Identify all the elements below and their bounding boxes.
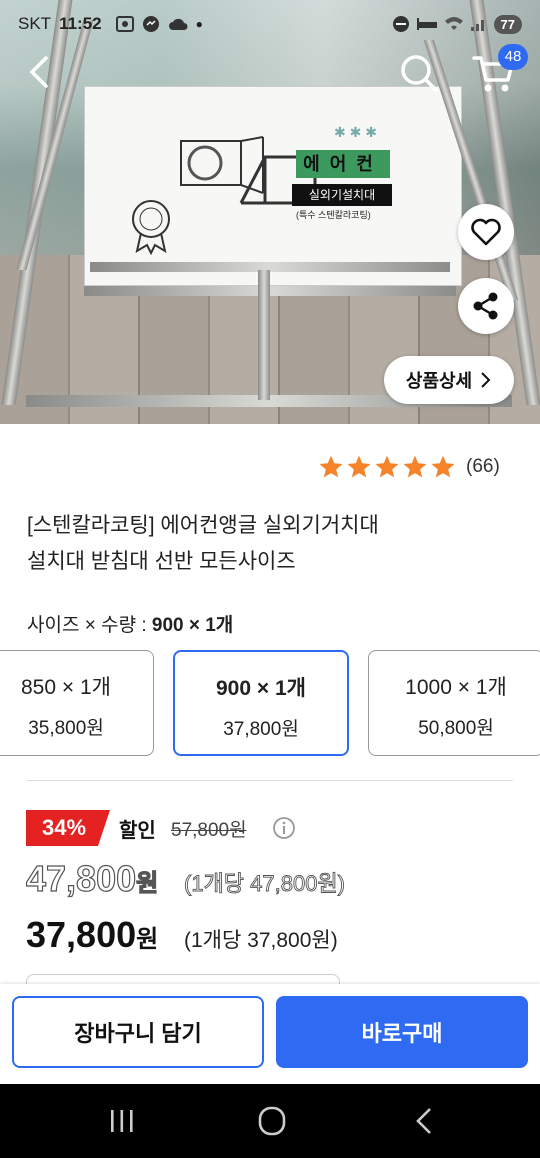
review-count: (66) bbox=[466, 456, 500, 477]
messenger-icon bbox=[142, 16, 159, 32]
cloud-icon bbox=[168, 18, 188, 30]
final-price-number: 37,800 bbox=[26, 914, 137, 955]
box-label-sub: 실외기설치대 bbox=[292, 184, 392, 206]
divider bbox=[27, 780, 513, 781]
price-info-button[interactable] bbox=[272, 816, 296, 840]
share-button[interactable] bbox=[458, 278, 514, 334]
chevron-right-icon bbox=[481, 372, 491, 388]
bottom-action-bar: 장바구니 담기 바로구매 bbox=[0, 984, 540, 1084]
option-name: 900 × 1개 bbox=[216, 677, 306, 700]
screenshot-icon bbox=[115, 16, 134, 32]
wishlist-button[interactable] bbox=[458, 204, 514, 260]
star-icon bbox=[403, 455, 427, 478]
chevron-left-icon bbox=[29, 56, 48, 88]
sale-unit-price: (1개당 47,800원) bbox=[184, 871, 346, 897]
option-price: 50,800원 bbox=[418, 718, 494, 739]
product-detail-label: 상품상세 bbox=[405, 371, 473, 391]
home-icon bbox=[258, 1106, 286, 1136]
search-button[interactable] bbox=[398, 52, 440, 94]
home-button[interactable] bbox=[252, 1104, 292, 1138]
sale-price-currency: 원 bbox=[136, 869, 159, 897]
star-icon bbox=[347, 455, 371, 478]
info-icon bbox=[273, 817, 295, 839]
recent-apps-icon bbox=[111, 1110, 133, 1132]
option-price: 35,800원 bbox=[28, 718, 104, 739]
add-to-cart-button[interactable]: 장바구니 담기 bbox=[12, 996, 264, 1068]
certification-seal-icon bbox=[132, 200, 170, 255]
product-detail-button[interactable]: 상품상세 bbox=[384, 356, 514, 404]
option-label-text: 사이즈 × 수량 : bbox=[27, 615, 152, 636]
carrier-label: SKT bbox=[18, 14, 52, 33]
box-label-main: 에어컨 bbox=[296, 150, 390, 178]
product-title-line: [스텐칼라코팅] 에어컨앵글 실외기거치대 bbox=[27, 514, 379, 537]
option-selected-value: 900 × 1개 bbox=[151, 615, 234, 636]
rating[interactable]: (66) bbox=[318, 454, 500, 480]
back-button[interactable] bbox=[20, 52, 60, 92]
discount-word: 할인 bbox=[119, 820, 156, 842]
option-label: 사이즈 × 수량 : 900 × 1개 bbox=[27, 610, 233, 637]
option-card-1000[interactable]: 1000 × 1개 50,800원 bbox=[368, 650, 540, 756]
recent-apps-button[interactable] bbox=[102, 1104, 142, 1138]
heart-icon bbox=[471, 218, 501, 246]
option-name: 850 × 1개 bbox=[21, 676, 111, 699]
sale-price: 47,800원 bbox=[25, 857, 159, 900]
frame-back-bar bbox=[90, 262, 450, 272]
final-price: 37,800원 bbox=[26, 914, 158, 956]
cart-count-badge: 48 bbox=[498, 44, 528, 70]
signal-icon bbox=[470, 20, 484, 31]
clock: 11:52 bbox=[59, 14, 102, 33]
search-icon bbox=[401, 55, 438, 92]
system-back-icon bbox=[416, 1108, 431, 1134]
frame-center-bar bbox=[258, 270, 270, 400]
system-back-button[interactable] bbox=[404, 1104, 444, 1138]
final-unit-price: (1개당 37,800원) bbox=[184, 929, 338, 952]
dot-icon: ● bbox=[195, 17, 203, 31]
option-price: 37,800원 bbox=[223, 719, 299, 740]
star-icon bbox=[375, 455, 399, 478]
wifi-icon bbox=[444, 17, 463, 30]
sleep-mode-icon bbox=[416, 18, 437, 30]
discount-badge: 34% bbox=[26, 810, 110, 846]
star-icon bbox=[319, 455, 343, 478]
share-icon bbox=[473, 292, 498, 320]
battery-indicator: 77 bbox=[493, 14, 522, 34]
frame-mid-bar bbox=[84, 286, 456, 296]
original-price: 57,800원 bbox=[171, 820, 247, 841]
buy-now-button[interactable]: 바로구매 bbox=[276, 996, 528, 1068]
final-price-currency: 원 bbox=[136, 926, 159, 953]
box-label-note: (특수 스텐칼라코팅) bbox=[296, 210, 371, 220]
status-bar: SKT 11:52 ● 77 bbox=[0, 0, 540, 48]
do-not-disturb-icon bbox=[392, 16, 409, 32]
star-icon bbox=[431, 455, 455, 478]
snowflake-icon: ✱ ✱ ✱ bbox=[334, 124, 377, 140]
discount-percent: 34% bbox=[41, 815, 87, 840]
option-card-850[interactable]: 850 × 1개 35,800원 bbox=[0, 650, 154, 756]
product-title-line: 설치대 받침대 선반 모든사이즈 bbox=[27, 550, 296, 573]
product-box-poster bbox=[84, 86, 462, 286]
sale-price-number: 47,800 bbox=[25, 857, 137, 899]
option-name: 1000 × 1개 bbox=[405, 676, 507, 699]
product-title: [스텐칼라코팅] 에어컨앵글 실외기거치대 설치대 받침대 선반 모든사이즈 bbox=[27, 508, 513, 580]
option-card-900[interactable]: 900 × 1개 37,800원 bbox=[173, 650, 349, 756]
system-navigation-bar bbox=[0, 1084, 540, 1158]
